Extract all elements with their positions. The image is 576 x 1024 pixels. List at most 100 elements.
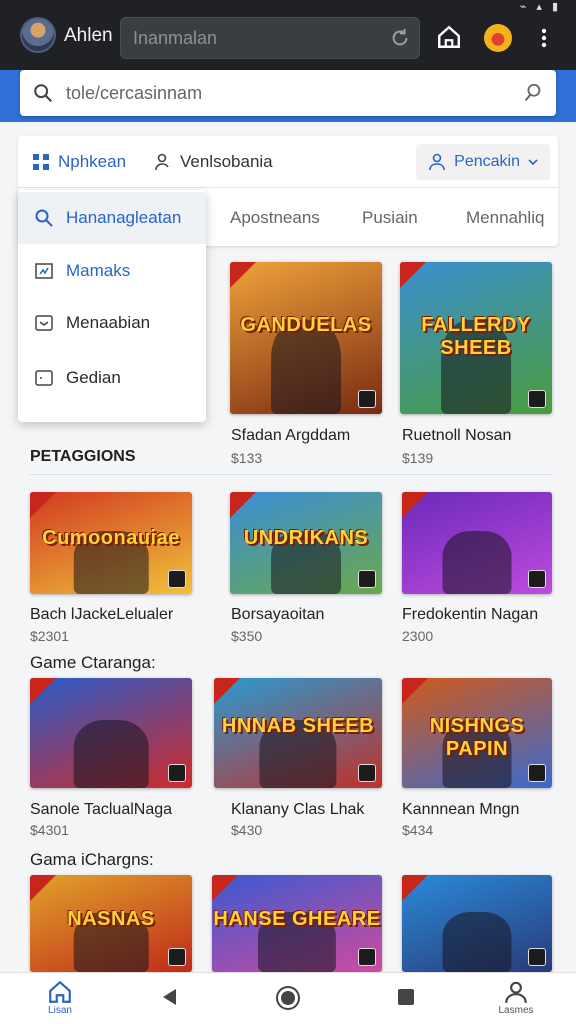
section-heading-3: Gama iChargns: xyxy=(30,850,154,869)
nav-home-button[interactable] xyxy=(258,985,318,1011)
game-name[interactable]: Klanany Clas Lhak xyxy=(231,801,364,819)
user-icon xyxy=(429,153,445,171)
rating-badge-icon xyxy=(168,570,186,588)
game-thumbnail[interactable]: HNNAB SHEEB xyxy=(214,678,382,788)
game-thumbnail[interactable]: FALLERDY SHEEB xyxy=(400,262,552,414)
dropdown-item-4[interactable]: Gedian xyxy=(18,352,206,404)
grid-icon xyxy=(33,154,49,170)
achievement-badge-icon[interactable] xyxy=(484,24,512,52)
ribbon-corner xyxy=(30,492,56,518)
divider xyxy=(30,474,552,475)
game-price: $2301 xyxy=(30,628,69,644)
more-options-icon[interactable] xyxy=(534,26,554,50)
voice-search-icon[interactable] xyxy=(522,82,544,104)
person-icon xyxy=(505,981,527,1003)
game-price: $434 xyxy=(402,822,434,838)
nav-home-label: Lisan xyxy=(48,1005,72,1016)
status-icons: ⌁ ▴ ▮ xyxy=(520,0,558,13)
category-tab-1[interactable]: Apostneans xyxy=(230,208,320,228)
game-name[interactable]: Fredokentin Nagan xyxy=(402,606,538,624)
top-search-input[interactable] xyxy=(133,18,373,58)
game-art-title: NASNAS xyxy=(67,907,155,930)
game-name[interactable]: Borsayaoitan xyxy=(231,606,324,624)
game-thumbnail[interactable]: NISHNGS PAPIN xyxy=(402,678,552,788)
home-share-icon[interactable] xyxy=(436,24,462,50)
user-avatar[interactable] xyxy=(20,17,56,53)
game-thumbnail[interactable] xyxy=(402,875,552,972)
dropdown-item-1[interactable]: Hananagleatan xyxy=(18,192,206,244)
character-silhouette xyxy=(442,530,512,594)
game-thumbnail[interactable]: Cumoonauiae xyxy=(30,492,192,594)
game-thumbnail[interactable]: HANSE GHEARE xyxy=(212,875,382,972)
sort-label: Pencakin xyxy=(454,153,520,170)
main-search-input[interactable] xyxy=(66,70,506,116)
rating-badge-icon xyxy=(358,390,376,408)
refresh-icon[interactable] xyxy=(389,27,411,49)
game-price: $430 xyxy=(231,822,263,838)
character-silhouette xyxy=(442,911,512,972)
game-thumbnail[interactable] xyxy=(402,492,552,594)
circle-home-icon xyxy=(276,986,300,1010)
ribbon-corner xyxy=(212,875,238,901)
category-tab-3[interactable]: Mennahliq xyxy=(466,208,544,228)
dropdown-item-1-label: Hananagleatan xyxy=(66,208,182,227)
battery-icon: ▮ xyxy=(551,0,558,13)
rating-badge-icon xyxy=(358,948,376,966)
tab-filter-secondary-label: Venlsobania xyxy=(180,152,273,171)
rating-badge-icon xyxy=(358,764,376,782)
nav-recents[interactable] xyxy=(376,987,436,1007)
character-silhouette xyxy=(73,719,149,788)
rating-badge-icon xyxy=(168,764,186,782)
game-thumbnail[interactable]: UNDRIKANS xyxy=(230,492,382,594)
tab-filter-secondary[interactable]: Venlsobania xyxy=(154,152,273,172)
game-thumbnail[interactable]: GANDUELAS xyxy=(230,262,382,414)
nav-profile[interactable]: Lasmes xyxy=(486,979,546,1016)
main-search-box[interactable] xyxy=(20,70,556,116)
dropdown-item-4-label: Gedian xyxy=(66,368,121,387)
ribbon-corner xyxy=(402,678,428,704)
rating-badge-icon xyxy=(528,390,546,408)
game-name[interactable]: Kannnean Mngn xyxy=(402,801,519,819)
ribbon-corner xyxy=(400,262,426,288)
rating-badge-icon xyxy=(168,948,186,966)
sort-dropdown-button[interactable]: Pencakin xyxy=(416,144,550,180)
home-icon xyxy=(49,980,71,1003)
dropdown-item-2-label: Mamaks xyxy=(66,261,131,280)
search-icon xyxy=(35,209,53,227)
rating-badge-icon xyxy=(528,948,546,966)
game-thumbnail[interactable]: NASNAS xyxy=(30,875,192,972)
game-art-title: NISHNGS PAPIN xyxy=(429,715,525,761)
dropdown-item-2[interactable]: Mamaks xyxy=(18,245,206,297)
game-price: $139 xyxy=(402,450,434,466)
game-name[interactable]: Sanole TaclualNaga xyxy=(30,801,172,819)
game-art-title: GANDUELAS xyxy=(240,313,372,336)
dropdown-item-3[interactable]: Menaabian xyxy=(18,297,206,349)
ribbon-corner xyxy=(30,678,56,704)
section-heading-2: Game Ctaranga: xyxy=(30,653,156,672)
game-art-title: UNDRIKANS xyxy=(243,526,369,549)
game-name[interactable]: Ruetnoll Nosan xyxy=(402,427,511,445)
nav-home[interactable]: Lisan xyxy=(30,979,90,1016)
top-search-box[interactable] xyxy=(120,17,420,59)
dropdown-item-3-label: Menaabian xyxy=(66,313,151,332)
person-icon xyxy=(155,153,169,171)
back-triangle-icon xyxy=(163,989,176,1005)
game-price: $350 xyxy=(231,628,263,644)
ribbon-corner xyxy=(214,678,240,704)
square-recents-icon xyxy=(398,989,414,1005)
inbox-icon xyxy=(35,315,53,331)
game-art-title: HNNAB SHEEB xyxy=(221,715,375,738)
rating-badge-icon xyxy=(528,764,546,782)
tab-filter-primary[interactable]: Nphkean xyxy=(32,152,126,172)
ribbon-corner xyxy=(230,492,256,518)
game-thumbnail[interactable] xyxy=(30,678,192,788)
app-name: Ahlen xyxy=(64,25,113,46)
ribbon-corner xyxy=(30,875,56,901)
category-tab-2[interactable]: Pusiain xyxy=(362,208,418,228)
game-price: $4301 xyxy=(30,822,69,838)
nav-back[interactable] xyxy=(140,987,200,1007)
game-name[interactable]: Sfadan Argddam xyxy=(231,427,350,445)
game-art-title: Cumoonauiae xyxy=(42,526,180,549)
game-art-title: HANSE GHEARE xyxy=(213,907,381,930)
game-name[interactable]: Bach lJackeLelualer xyxy=(30,606,173,624)
